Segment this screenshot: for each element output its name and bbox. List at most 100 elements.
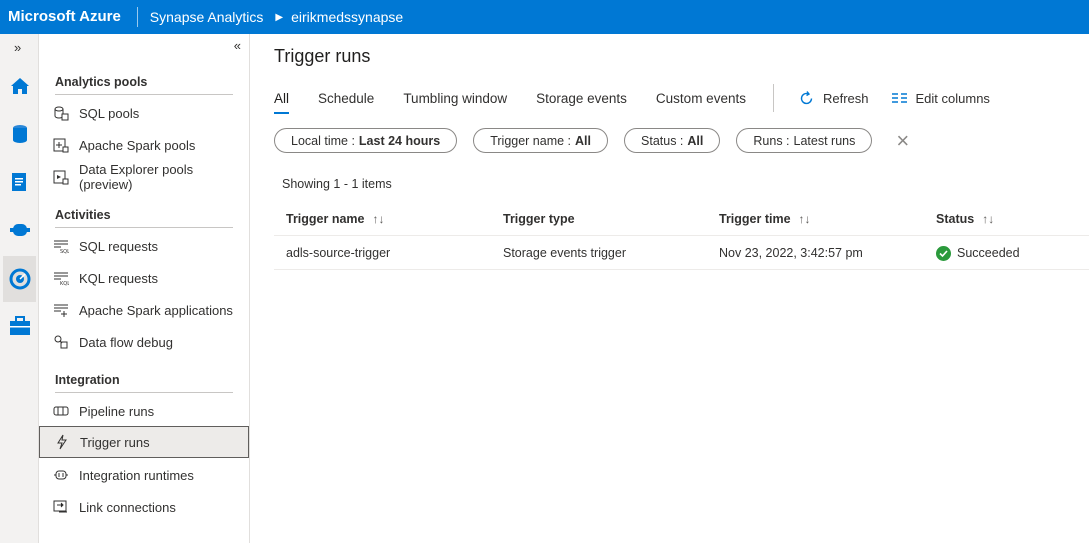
clear-filters-icon[interactable]: × (896, 129, 909, 151)
refresh-icon (798, 90, 815, 107)
tab-all[interactable]: All (274, 91, 290, 114)
brand-title[interactable]: Microsoft Azure (0, 7, 138, 27)
integrate-icon[interactable] (3, 214, 36, 246)
cell-trigger-name[interactable]: adls-source-trigger (286, 236, 390, 270)
page-title: Trigger runs (274, 46, 371, 66)
spark-pool-icon (53, 137, 69, 153)
pipeline-runs-icon (53, 403, 69, 419)
sql-pool-icon (53, 105, 69, 121)
section-integration: Integration (55, 373, 233, 393)
nav-item-label: Trigger runs (80, 434, 150, 450)
filter-label: Trigger name : (490, 133, 572, 148)
nav-item-label: Apache Spark applications (79, 302, 233, 318)
link-connections-icon (53, 499, 69, 515)
filter-value: Last 24 hours (358, 133, 441, 148)
main-content: Trigger runs All Schedule Tumbling windo… (250, 34, 1089, 543)
table-header-row: Trigger name ↑↓ Trigger type Trigger time… (274, 202, 1089, 236)
monitor-nav-panel: « Analytics pools SQL pools Apache Spark… (39, 34, 250, 543)
status-text: Succeeded (957, 246, 1020, 260)
home-icon[interactable] (3, 70, 36, 102)
monitor-icon[interactable] (3, 256, 36, 302)
top-bar: Microsoft Azure Synapse Analytics ▶ eiri… (0, 0, 1089, 34)
filter-value: Latest runs (793, 133, 856, 148)
collapse-panel-icon[interactable]: « (234, 38, 241, 53)
kql-requests-icon: KQL (53, 270, 69, 286)
sql-requests-icon: SQL (53, 238, 69, 254)
trigger-runs-table: Trigger name ↑↓ Trigger type Trigger time… (274, 202, 1089, 270)
tab-storage-events[interactable]: Storage events (536, 91, 627, 106)
column-header-label: Trigger name (286, 212, 365, 226)
filter-label: Runs : (753, 133, 790, 148)
cell-trigger-time: Nov 23, 2022, 3:42:57 pm (719, 246, 863, 260)
cell-trigger-type: Storage events trigger (503, 246, 626, 260)
trigger-runs-icon (54, 434, 70, 450)
column-header-label: Trigger type (503, 212, 575, 226)
nav-item-label: Integration runtimes (79, 467, 194, 483)
success-check-icon (936, 245, 951, 261)
filter-value: All (687, 133, 704, 148)
sort-icon[interactable]: ↑↓ (799, 212, 811, 226)
manage-icon[interactable] (3, 310, 36, 342)
chevron-right-icon: ▶ (275, 11, 284, 23)
filter-status[interactable]: Status : All (624, 128, 721, 153)
nav-item-label: Apache Spark pools (79, 137, 196, 153)
columns-icon (891, 92, 908, 104)
integration-runtime-icon (53, 467, 69, 483)
section-analytics-pools: Analytics pools (55, 75, 233, 95)
filter-local-time[interactable]: Local time : Last 24 hours (274, 128, 458, 153)
edit-columns-label: Edit columns (915, 90, 990, 106)
refresh-label: Refresh (822, 90, 869, 106)
column-header-trigger-name[interactable]: Trigger name ↑↓ (286, 202, 385, 236)
filter-trigger-name[interactable]: Trigger name : All (473, 128, 609, 153)
nav-item-label: SQL pools (79, 105, 140, 121)
toolbar-divider (772, 84, 774, 112)
nav-item-label: SQL requests (79, 238, 159, 254)
column-header-trigger-type[interactable]: Trigger type (503, 202, 575, 236)
spark-apps-icon (53, 302, 69, 318)
nav-item-label: KQL requests (79, 270, 159, 286)
nav-item-label: Data Explorer pools (preview) (79, 162, 194, 192)
nav-item-link-connections[interactable]: Link connections (39, 491, 249, 523)
expand-rail-icon[interactable]: » (14, 40, 21, 55)
refresh-button[interactable]: Refresh (798, 90, 869, 107)
svg-text:KQL: KQL (60, 281, 69, 286)
sort-icon[interactable]: ↑↓ (373, 212, 385, 226)
nav-item-spark-pools[interactable]: Apache Spark pools (39, 129, 249, 161)
table-row[interactable]: adls-source-trigger Storage events trigg… (274, 236, 1089, 270)
nav-item-label: Link connections (79, 499, 176, 515)
tab-schedule[interactable]: Schedule (318, 91, 374, 106)
nav-item-label: Data flow debug (79, 334, 173, 350)
tab-custom-events[interactable]: Custom events (656, 91, 746, 106)
nav-item-pipeline-runs[interactable]: Pipeline runs (39, 395, 249, 427)
svg-text:SQL: SQL (60, 249, 69, 254)
nav-item-sql-requests[interactable]: SQL SQL requests (39, 230, 249, 262)
nav-item-label: Pipeline runs (79, 403, 155, 419)
cell-status: Succeeded (936, 236, 1020, 270)
column-header-trigger-time[interactable]: Trigger time ↑↓ (719, 202, 811, 236)
dataflow-debug-icon (53, 334, 69, 350)
breadcrumb-service[interactable]: Synapse Analytics (138, 9, 264, 25)
nav-item-trigger-runs[interactable]: Trigger runs (39, 426, 249, 458)
sort-icon[interactable]: ↑↓ (982, 212, 994, 226)
edit-columns-button[interactable]: Edit columns (891, 91, 990, 106)
filter-bar: Local time : Last 24 hours Trigger name :… (274, 128, 909, 153)
nav-item-data-explorer-pools[interactable]: Data Explorer pools (preview) (39, 161, 249, 193)
nav-item-data-flow-debug[interactable]: Data flow debug (39, 326, 249, 358)
nav-item-sql-pools[interactable]: SQL pools (39, 97, 249, 129)
filter-label: Status : (641, 133, 684, 148)
data-icon[interactable] (3, 118, 36, 150)
column-header-label: Trigger time (719, 212, 791, 226)
section-activities: Activities (55, 208, 233, 228)
nav-item-spark-applications[interactable]: Apache Spark applications (39, 294, 249, 326)
left-rail: » (0, 34, 39, 543)
filter-value: All (575, 133, 592, 148)
tab-tumbling-window[interactable]: Tumbling window (403, 91, 507, 106)
nav-item-kql-requests[interactable]: KQL KQL requests (39, 262, 249, 294)
nav-item-integration-runtimes[interactable]: Integration runtimes (39, 459, 249, 491)
tab-bar: All Schedule Tumbling window Storage eve… (274, 84, 1012, 114)
filter-label: Local time : (291, 133, 355, 148)
filter-runs[interactable]: Runs : Latest runs (736, 128, 873, 153)
develop-icon[interactable] (3, 166, 36, 198)
breadcrumb-workspace[interactable]: eirikmedssynapse (291, 9, 403, 25)
column-header-status[interactable]: Status ↑↓ (936, 202, 994, 236)
